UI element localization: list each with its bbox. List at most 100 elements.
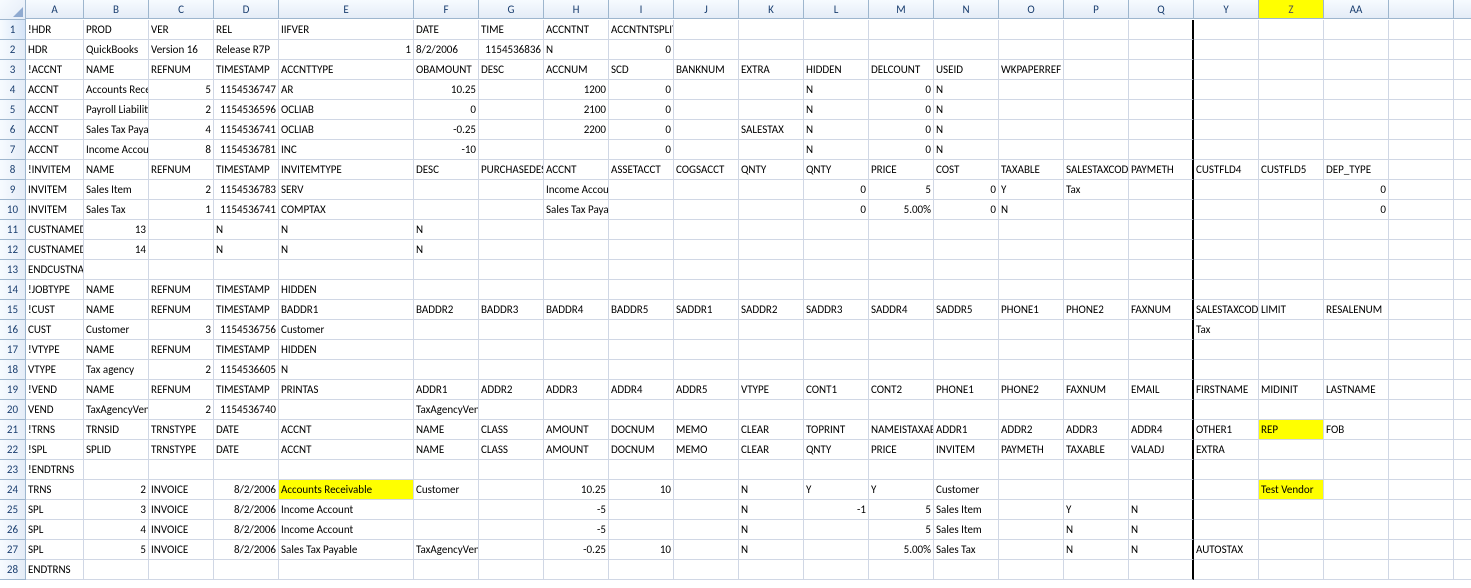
- column-header-J[interactable]: J: [674, 0, 739, 19]
- cell-P4[interactable]: [1064, 80, 1129, 100]
- cell-Q9[interactable]: [1129, 180, 1194, 200]
- cell-C19[interactable]: REFNUM: [149, 380, 214, 400]
- cell-L2[interactable]: [804, 40, 869, 60]
- cell-E9[interactable]: SERV: [279, 180, 414, 200]
- cell-empty[interactable]: [1454, 560, 1471, 580]
- cell-D17[interactable]: TIMESTAMP: [214, 340, 279, 360]
- cell-F12[interactable]: N: [414, 240, 479, 260]
- cell-G22[interactable]: CLASS: [479, 440, 544, 460]
- cell-K17[interactable]: [739, 340, 804, 360]
- cell-Q22[interactable]: VALADJ: [1129, 440, 1194, 460]
- cell-G17[interactable]: [479, 340, 544, 360]
- cell-Q11[interactable]: [1129, 220, 1194, 240]
- cell-M8[interactable]: PRICE: [869, 160, 934, 180]
- cell-L24[interactable]: Y: [804, 480, 869, 500]
- cell-G18[interactable]: [479, 360, 544, 380]
- cell-P21[interactable]: ADDR3: [1064, 420, 1129, 440]
- cell-K15[interactable]: SADDR2: [739, 300, 804, 320]
- cell-empty[interactable]: [1389, 60, 1454, 80]
- cell-D16[interactable]: 1154536756: [214, 320, 279, 340]
- cell-L5[interactable]: N: [804, 100, 869, 120]
- cell-H28[interactable]: [544, 560, 609, 580]
- cell-P2[interactable]: [1064, 40, 1129, 60]
- cell-AA1[interactable]: [1324, 20, 1389, 40]
- column-header-F[interactable]: F: [414, 0, 479, 19]
- cell-I16[interactable]: [609, 320, 674, 340]
- row-header-2[interactable]: 2: [0, 40, 26, 60]
- cell-H25[interactable]: -5: [544, 500, 609, 520]
- cell-E3[interactable]: ACCNTTYPE: [279, 60, 414, 80]
- cell-J22[interactable]: MEMO: [674, 440, 739, 460]
- column-header-P[interactable]: P: [1064, 0, 1129, 19]
- cell-Y5[interactable]: [1194, 100, 1259, 120]
- cell-G26[interactable]: [479, 520, 544, 540]
- cell-Y13[interactable]: [1194, 260, 1259, 280]
- cell-A7[interactable]: ACCNT: [26, 140, 84, 160]
- cell-empty[interactable]: [1454, 240, 1471, 260]
- cell-Z16[interactable]: [1259, 320, 1324, 340]
- cell-empty[interactable]: [1454, 180, 1471, 200]
- cell-empty[interactable]: [1454, 380, 1471, 400]
- cell-D5[interactable]: 1154536596: [214, 100, 279, 120]
- cell-B3[interactable]: NAME: [84, 60, 149, 80]
- cell-O14[interactable]: [999, 280, 1064, 300]
- cell-L27[interactable]: [804, 540, 869, 560]
- cell-Q25[interactable]: N: [1129, 500, 1194, 520]
- cell-J14[interactable]: [674, 280, 739, 300]
- cell-O9[interactable]: Y: [999, 180, 1064, 200]
- row-header-9[interactable]: 9: [0, 180, 26, 200]
- cell-K6[interactable]: SALESTAX: [739, 120, 804, 140]
- cell-Y22[interactable]: EXTRA: [1194, 440, 1259, 460]
- cell-M10[interactable]: 5.00%: [869, 200, 934, 220]
- cell-D7[interactable]: 1154536781: [214, 140, 279, 160]
- cell-N5[interactable]: N: [934, 100, 999, 120]
- cell-empty[interactable]: [1389, 400, 1454, 420]
- cell-empty[interactable]: [1389, 240, 1454, 260]
- cell-B20[interactable]: TaxAgencyVendor: [84, 400, 149, 420]
- cell-AA12[interactable]: [1324, 240, 1389, 260]
- cell-Q27[interactable]: N: [1129, 540, 1194, 560]
- cell-M22[interactable]: PRICE: [869, 440, 934, 460]
- cell-empty[interactable]: [1389, 220, 1454, 240]
- cell-AA22[interactable]: [1324, 440, 1389, 460]
- cell-AA16[interactable]: [1324, 320, 1389, 340]
- cell-I5[interactable]: 0: [609, 100, 674, 120]
- cell-P12[interactable]: [1064, 240, 1129, 260]
- cell-G8[interactable]: PURCHASEDESC: [479, 160, 544, 180]
- cell-B23[interactable]: [84, 460, 149, 480]
- cell-AA9[interactable]: 0: [1324, 180, 1389, 200]
- cell-AA15[interactable]: RESALENUM: [1324, 300, 1389, 320]
- cell-F14[interactable]: [414, 280, 479, 300]
- cell-M3[interactable]: DELCOUNT: [869, 60, 934, 80]
- cell-empty[interactable]: [1389, 280, 1454, 300]
- cell-C12[interactable]: [149, 240, 214, 260]
- cell-I6[interactable]: 0: [609, 120, 674, 140]
- cell-Y15[interactable]: SALESTAXCODE: [1194, 300, 1259, 320]
- cell-Z27[interactable]: [1259, 540, 1324, 560]
- cell-K27[interactable]: N: [739, 540, 804, 560]
- cell-M4[interactable]: 0: [869, 80, 934, 100]
- cell-O24[interactable]: [999, 480, 1064, 500]
- cell-K23[interactable]: [739, 460, 804, 480]
- cell-Z28[interactable]: [1259, 560, 1324, 580]
- cell-AA19[interactable]: LASTNAME: [1324, 380, 1389, 400]
- cell-P28[interactable]: [1064, 560, 1129, 580]
- cell-P24[interactable]: [1064, 480, 1129, 500]
- cell-O10[interactable]: N: [999, 200, 1064, 220]
- cell-H6[interactable]: 2200: [544, 120, 609, 140]
- cell-I24[interactable]: 10: [609, 480, 674, 500]
- cell-C21[interactable]: TRNSTYPE: [149, 420, 214, 440]
- cell-F24[interactable]: Customer: [414, 480, 479, 500]
- spreadsheet-grid[interactable]: ABCDEFGHIJKLMNOPQYZAA1!HDRPRODVERRELIIFV…: [0, 0, 1471, 580]
- cell-P8[interactable]: SALESTAXCODE: [1064, 160, 1129, 180]
- column-header-O[interactable]: O: [999, 0, 1064, 19]
- cell-B8[interactable]: NAME: [84, 160, 149, 180]
- cell-P22[interactable]: TAXABLE: [1064, 440, 1129, 460]
- cell-A8[interactable]: !INVITEM: [26, 160, 84, 180]
- cell-A1[interactable]: !HDR: [26, 20, 84, 40]
- cell-M5[interactable]: 0: [869, 100, 934, 120]
- cell-N19[interactable]: PHONE1: [934, 380, 999, 400]
- cell-B10[interactable]: Sales Tax: [84, 200, 149, 220]
- cell-F5[interactable]: 0: [414, 100, 479, 120]
- cell-C8[interactable]: REFNUM: [149, 160, 214, 180]
